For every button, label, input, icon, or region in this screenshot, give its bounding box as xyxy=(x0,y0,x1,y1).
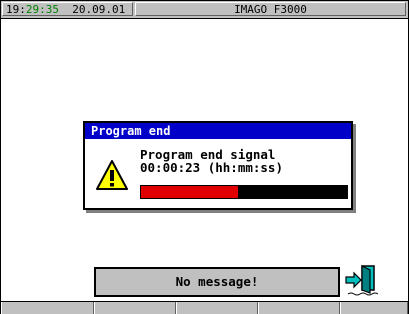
progress-fill xyxy=(141,186,238,198)
status-bar: 19:29:35 20.09.01 IMAGO F3000 xyxy=(1,1,408,19)
exit-door-icon[interactable] xyxy=(344,263,380,297)
machine-title: IMAGO F3000 xyxy=(135,2,406,16)
warning-icon xyxy=(96,160,128,190)
softkey-1[interactable] xyxy=(1,302,94,314)
date-text: 20.09.01 xyxy=(72,3,126,16)
softkey-3[interactable] xyxy=(176,302,258,314)
clock-date-field: 19:29:35 20.09.01 xyxy=(2,2,133,16)
main-window: 19:29:35 20.09.01 IMAGO F3000 Program en… xyxy=(0,0,409,314)
time-hours: 19: xyxy=(6,3,26,16)
dialog-title: Program end xyxy=(85,123,351,139)
softkey-2[interactable] xyxy=(94,302,176,314)
message-field: No message! xyxy=(94,267,340,297)
progress-bar xyxy=(140,185,348,199)
time-minutes: 29 xyxy=(25,3,40,16)
softkey-5[interactable] xyxy=(340,302,408,314)
program-end-dialog: Program end Program end signal 00:00:23 … xyxy=(83,121,353,210)
softkey-bar xyxy=(1,301,408,314)
time-separator: : xyxy=(39,3,46,16)
dialog-message-line2: 00:00:23 (hh:mm:ss) xyxy=(140,160,283,175)
time-date-gap xyxy=(59,3,72,15)
time-seconds: 35 xyxy=(45,3,59,16)
softkey-4[interactable] xyxy=(258,302,340,314)
